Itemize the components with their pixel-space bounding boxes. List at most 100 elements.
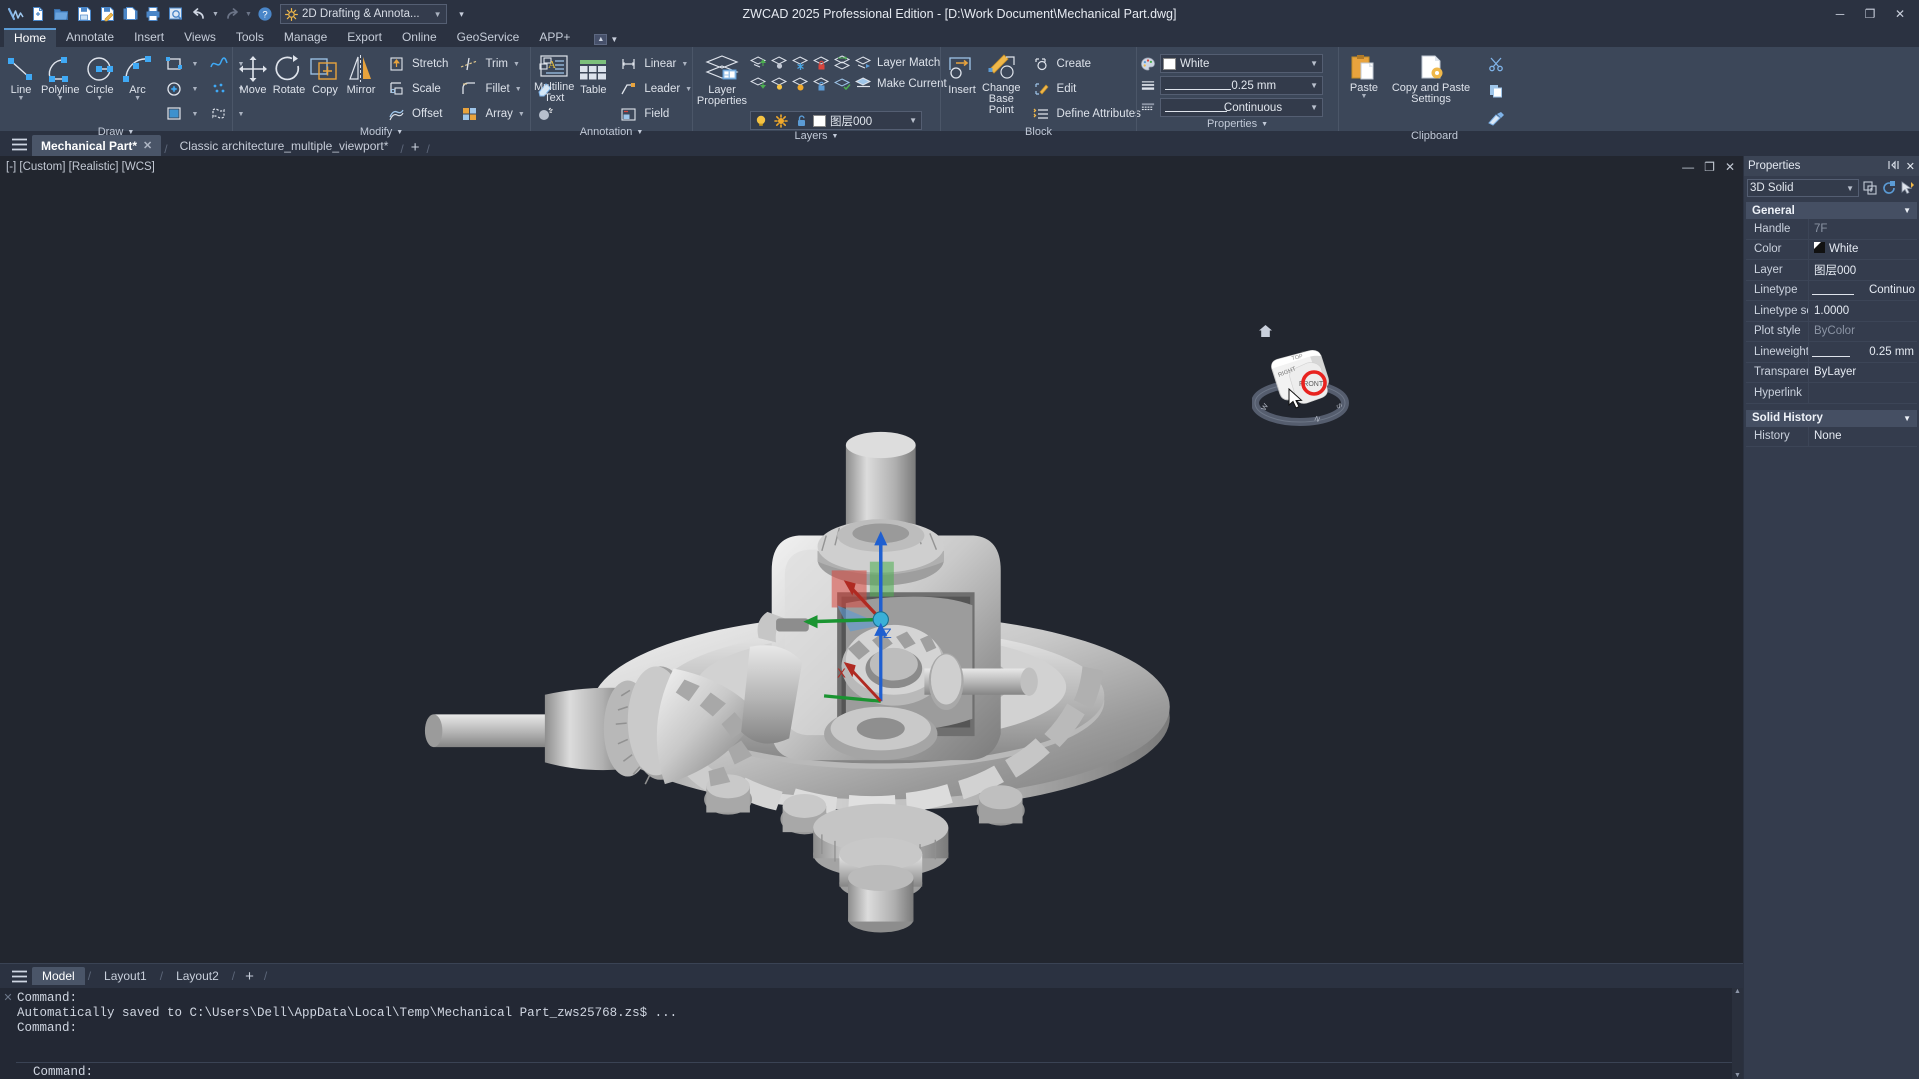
- viewport-label[interactable]: [-] [Custom] [Realistic] [WCS]: [6, 161, 155, 173]
- draw-arc-button[interactable]: Arc ▼: [120, 51, 156, 102]
- view-cube[interactable]: W S N FRONT RIGHT TOP: [1251, 341, 1352, 431]
- draw-rectangle-button[interactable]: ▼: [158, 52, 202, 76]
- chevron-down-icon[interactable]: ▼: [134, 95, 141, 102]
- new-document-button[interactable]: +: [407, 139, 424, 156]
- layer-selector-combo[interactable]: 图层000 ▼: [750, 111, 922, 130]
- clipboard-copy-button[interactable]: [1480, 79, 1512, 103]
- modify-scale-button[interactable]: Scale: [380, 77, 451, 101]
- chevron-down-icon[interactable]: ▼: [192, 61, 199, 68]
- chevron-down-icon[interactable]: ▼: [1903, 206, 1911, 215]
- chevron-down-icon[interactable]: ▼: [396, 129, 403, 136]
- ribbon-collapse-icon[interactable]: ▲: [594, 34, 608, 45]
- command-scrollbar[interactable]: ▲ ▼: [1732, 988, 1743, 1079]
- scroll-up-icon[interactable]: ▲: [1734, 988, 1741, 995]
- viewport-maximize-button[interactable]: ❐: [1704, 160, 1715, 174]
- collapse-icon[interactable]: [1888, 160, 1899, 173]
- close-icon[interactable]: ✕: [143, 139, 152, 152]
- property-row-color[interactable]: Color White: [1746, 239, 1917, 260]
- chevron-down-icon[interactable]: ▼: [1308, 103, 1320, 112]
- command-window[interactable]: ✕ Command: Automatically saved to C:\Use…: [0, 988, 1743, 1079]
- annotation-field-button[interactable]: Field: [612, 102, 695, 126]
- property-row-linetype[interactable]: Linetype Continuo: [1746, 280, 1917, 301]
- property-row-handle[interactable]: Handle 7F: [1746, 219, 1917, 240]
- layer-color-swatch[interactable]: [813, 114, 826, 127]
- workspace-selector[interactable]: 2D Drafting & Annota... ▼: [280, 4, 447, 24]
- ribbon-options-icon[interactable]: ▼: [610, 35, 618, 44]
- layout-tab-layout2[interactable]: Layout2: [166, 967, 229, 985]
- chevron-down-icon[interactable]: ▼: [96, 95, 103, 102]
- chevron-down-icon[interactable]: ▼: [192, 111, 199, 118]
- properties-group-general[interactable]: General ▼: [1746, 202, 1917, 219]
- window-controls[interactable]: ─ ❐ ✕: [1825, 3, 1915, 25]
- quick-access-toolbar[interactable]: ▼ ▼ ?: [4, 3, 276, 25]
- undo-dropdown-icon[interactable]: ▼: [211, 3, 220, 25]
- layer-properties-button[interactable]: Layer Properties: [696, 51, 748, 107]
- property-row-history[interactable]: History None: [1746, 426, 1917, 447]
- draw-line-button[interactable]: Line ▼: [3, 51, 39, 102]
- maximize-button[interactable]: ❐: [1855, 3, 1885, 25]
- export-icon[interactable]: [119, 3, 141, 25]
- chevron-down-icon[interactable]: ▼: [515, 86, 522, 93]
- ribbon-tab-tools[interactable]: Tools: [226, 28, 274, 47]
- model-viewport[interactable]: [-] [Custom] [Realistic] [WCS] — ❐ ✕ Z X…: [0, 156, 1743, 963]
- new-file-icon[interactable]: [27, 3, 49, 25]
- ribbon-tab-geoservice[interactable]: GeoService: [447, 28, 530, 47]
- layout-tab-model[interactable]: Model: [32, 967, 85, 985]
- property-row-transparency[interactable]: Transparency ByLayer: [1746, 362, 1917, 383]
- chevron-down-icon[interactable]: ▼: [907, 116, 919, 125]
- chevron-down-icon[interactable]: ▼: [636, 129, 643, 136]
- sun-icon[interactable]: [773, 113, 789, 129]
- chevron-down-icon[interactable]: ▼: [57, 95, 64, 102]
- modify-copy-button[interactable]: Copy: [308, 51, 342, 96]
- ribbon-tab-bar[interactable]: Home Annotate Insert Views Tools Manage …: [0, 28, 1919, 47]
- modify-trim-button[interactable]: Trim ▼: [453, 52, 527, 76]
- chevron-down-icon[interactable]: ▼: [681, 61, 688, 68]
- layout-tab-layout1[interactable]: Layout1: [94, 967, 157, 985]
- ribbon-tab-views[interactable]: Views: [174, 28, 226, 47]
- chevron-down-icon[interactable]: ▼: [18, 95, 25, 102]
- draw-polyline-button[interactable]: Polyline ▼: [41, 51, 80, 102]
- cycle-selection-icon[interactable]: [1881, 180, 1897, 196]
- chevron-down-icon[interactable]: ▼: [1261, 121, 1268, 128]
- quick-select-icon[interactable]: [1862, 180, 1878, 196]
- color-palette-icon[interactable]: [1140, 56, 1156, 72]
- ribbon-tab-appplus[interactable]: APP+: [529, 28, 580, 47]
- document-tab-classic-architecture[interactable]: Classic architecture_multiple_viewport*: [171, 135, 398, 156]
- layer-on-icon[interactable]: [769, 74, 789, 94]
- property-row-plot-style[interactable]: Plot style ByColor: [1746, 321, 1917, 342]
- clipboard-paste-button[interactable]: Paste ▼: [1342, 51, 1386, 100]
- object-type-combo[interactable]: 3D Solid ▼: [1747, 179, 1859, 197]
- viewport-window-controls[interactable]: — ❐ ✕: [1682, 160, 1735, 174]
- close-button[interactable]: ✕: [1885, 3, 1915, 25]
- layer-make-current-label[interactable]: Make Current: [874, 78, 947, 90]
- object-color-combo[interactable]: White ▼: [1160, 54, 1323, 73]
- plot-icon[interactable]: [142, 3, 164, 25]
- linetype-icon[interactable]: [1140, 100, 1156, 116]
- lineweight-combo[interactable]: 0.25 mm ▼: [1160, 76, 1323, 95]
- ribbon-collapse-controls[interactable]: ▲ ▼: [594, 34, 618, 47]
- help-icon[interactable]: ?: [254, 3, 276, 25]
- chevron-down-icon[interactable]: ▼: [1308, 81, 1320, 90]
- close-icon[interactable]: ✕: [1906, 160, 1915, 173]
- pickadd-icon[interactable]: [1900, 180, 1916, 196]
- modify-stretch-button[interactable]: Stretch: [380, 52, 451, 76]
- layer-current-icon[interactable]: [853, 74, 873, 94]
- viewport-close-button[interactable]: ✕: [1725, 160, 1735, 174]
- annotation-table-button[interactable]: Table: [576, 55, 610, 96]
- modify-rotate-button[interactable]: Rotate: [272, 51, 306, 96]
- layer-thaw-icon[interactable]: [790, 74, 810, 94]
- layer-check-icon[interactable]: [832, 74, 852, 94]
- modify-offset-button[interactable]: Offset: [380, 102, 451, 126]
- layer-match-icon[interactable]: [853, 53, 873, 73]
- minimize-button[interactable]: ─: [1825, 3, 1855, 25]
- block-edit-button[interactable]: Edit: [1025, 77, 1144, 101]
- property-row-hyperlink[interactable]: Hyperlink: [1746, 383, 1917, 404]
- open-file-icon[interactable]: [50, 3, 72, 25]
- linetype-combo[interactable]: Continuous ▼: [1160, 98, 1323, 117]
- annotation-linear-button[interactable]: Linear ▼: [612, 52, 695, 76]
- lightbulb-icon[interactable]: [753, 113, 769, 129]
- chevron-down-icon[interactable]: ▼: [1361, 93, 1368, 100]
- modify-mirror-button[interactable]: Mirror: [344, 51, 378, 96]
- viewport-minimize-button[interactable]: —: [1682, 160, 1694, 174]
- chevron-down-icon[interactable]: ▼: [434, 10, 442, 19]
